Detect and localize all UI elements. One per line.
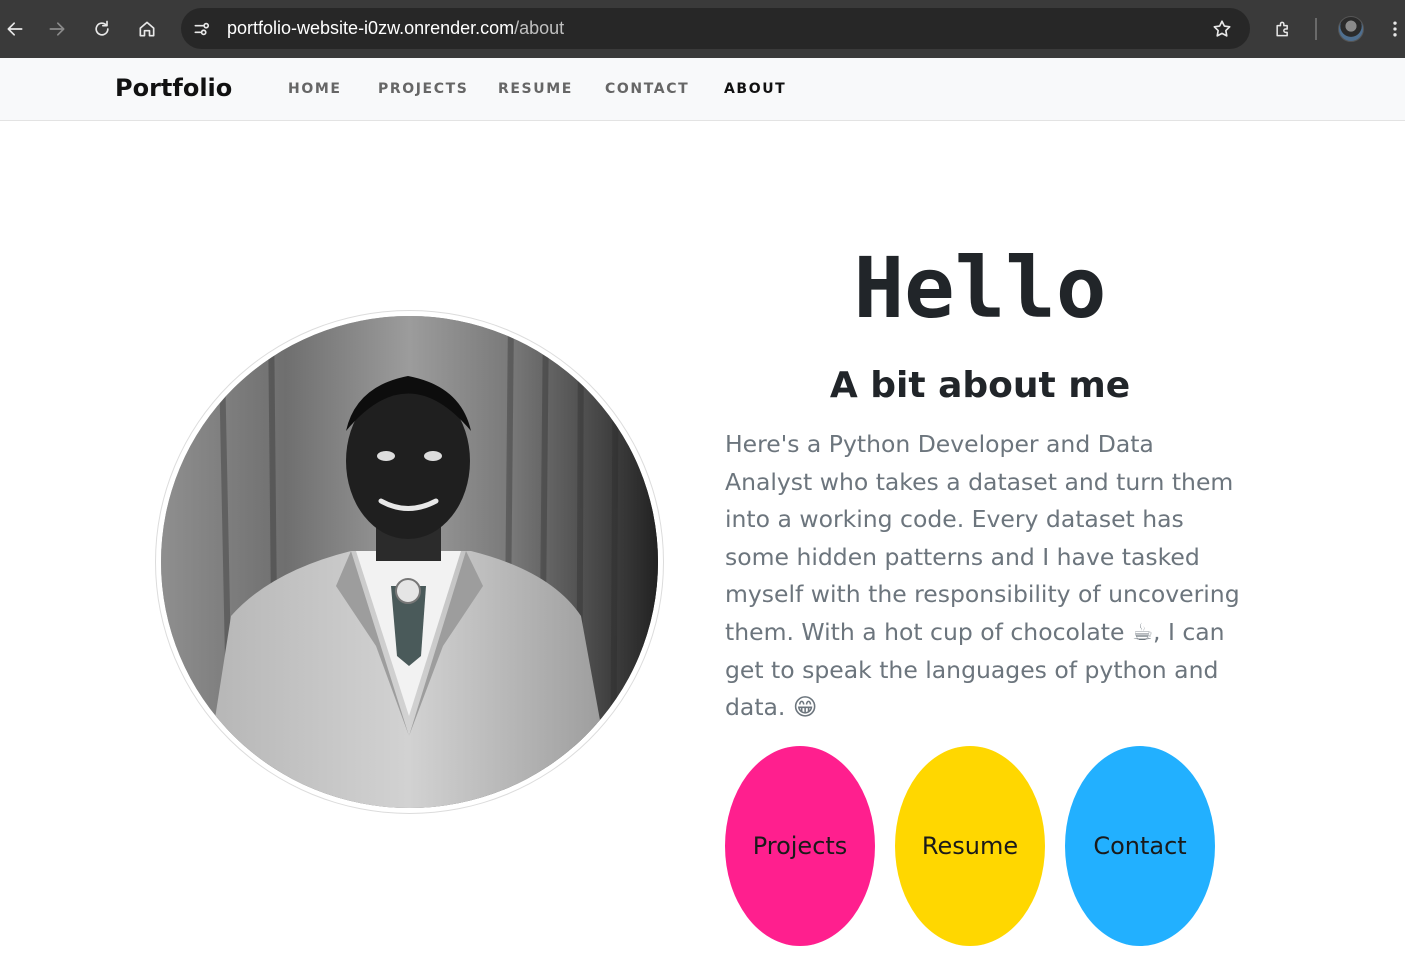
arrow-right-icon xyxy=(49,22,65,36)
nav-link-projects[interactable]: PROJECTS xyxy=(378,81,468,97)
url-host: portfolio-website-i0zw.onrender.com xyxy=(227,18,515,38)
resume-button[interactable]: Resume xyxy=(895,746,1045,946)
home-button[interactable] xyxy=(132,14,162,44)
hot-cup-icon: ☕ xyxy=(1131,617,1154,646)
bio-part-1: Here's a Python Developer and Data Analy… xyxy=(725,430,1240,646)
star-icon[interactable] xyxy=(1210,17,1234,41)
home-icon xyxy=(139,21,155,37)
bio-text: Here's a Python Developer and Data Analy… xyxy=(725,426,1240,727)
puzzle-icon xyxy=(1276,21,1288,37)
tune-icon[interactable] xyxy=(191,18,213,40)
back-button[interactable] xyxy=(0,14,30,44)
nav-link-home[interactable]: HOME xyxy=(288,81,342,97)
contact-button[interactable]: Contact xyxy=(1065,746,1215,946)
brand-link[interactable]: Portfolio xyxy=(115,74,232,102)
url-text[interactable]: portfolio-website-i0zw.onrender.com/abou… xyxy=(227,18,564,39)
page-title: Hello xyxy=(853,239,1107,337)
nav-link-about[interactable]: ABOUT xyxy=(724,81,786,97)
arrow-left-icon xyxy=(7,22,23,36)
grin-emoji-icon: 😁 xyxy=(792,693,818,722)
reload-icon xyxy=(95,20,109,36)
browser-toolbar: portfolio-website-i0zw.onrender.com/abou… xyxy=(0,0,1405,58)
section-subtitle: A bit about me xyxy=(829,365,1131,406)
site-navbar: Portfolio HOME PROJECTS RESUME CONTACT A… xyxy=(0,58,1405,121)
nav-link-resume[interactable]: RESUME xyxy=(498,81,573,97)
profile-photo xyxy=(161,316,658,808)
reload-button[interactable] xyxy=(87,14,117,44)
projects-button[interactable]: Projects xyxy=(725,746,875,946)
profile-avatar[interactable] xyxy=(1338,16,1364,42)
more-vert-icon xyxy=(1393,21,1397,37)
forward-button[interactable] xyxy=(42,14,72,44)
nav-link-contact[interactable]: CONTACT xyxy=(605,81,689,97)
browser-menu-button[interactable] xyxy=(1380,14,1405,44)
extensions-button[interactable] xyxy=(1268,14,1298,44)
toolbar-divider xyxy=(1315,18,1317,40)
address-bar[interactable]: portfolio-website-i0zw.onrender.com/abou… xyxy=(181,8,1250,49)
url-path: /about xyxy=(514,18,565,38)
